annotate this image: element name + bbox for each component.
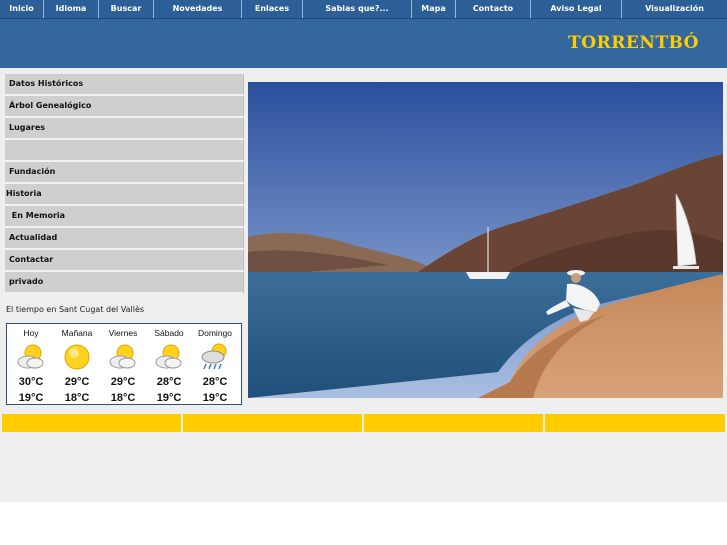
weather-day-name: Sábado (154, 328, 184, 338)
header-banner: TORRENTBÓ (0, 19, 727, 68)
weather-caption: El tiempo en Sant Cugat del Vallès (6, 305, 145, 314)
footer-bar-2 (183, 414, 362, 432)
sun-cloud-rain-icon (201, 343, 227, 370)
weather-low: 18°C (110, 392, 136, 404)
weather-high: 30°C (18, 376, 44, 388)
beach-photo (248, 82, 723, 398)
top-navigation: Inicio Idioma Buscar Novedades Enlaces S… (0, 0, 727, 19)
footer-bar-3 (364, 414, 543, 432)
sidebar-item-actualidad[interactable]: Actualidad (5, 228, 244, 250)
sun-cloud-icon (17, 344, 44, 369)
nav-enlaces[interactable]: Enlaces (242, 0, 303, 18)
nav-contacto[interactable]: Contacto (456, 0, 531, 18)
weather-high: 28°C (156, 376, 182, 388)
sidebar-menu: Datos Históricos Árbol Genealógico Lugar… (5, 74, 244, 294)
nav-visualizacion[interactable]: Visualización (622, 0, 727, 18)
weather-day-name: Mañana (61, 328, 93, 338)
sidebar-item-en-memoria[interactable]: En Memoria (5, 206, 244, 228)
nav-buscar[interactable]: Buscar (99, 0, 154, 18)
weather-high: 29°C (64, 376, 90, 388)
weather-day-name: Domingo (197, 328, 233, 338)
beach-photo-illustration (248, 82, 723, 398)
weather-day-name: Hoy (23, 328, 39, 338)
site-title: TORRENTBÓ (568, 33, 699, 53)
weather-low: 18°C (64, 392, 90, 404)
nav-aviso-legal[interactable]: Aviso Legal (531, 0, 622, 18)
sidebar-item-lugares[interactable]: Lugares (5, 118, 244, 140)
weather-low: 19°C (202, 392, 228, 404)
weather-widget[interactable]: Hoy 30°C 19°C Mañana 29°C 18°C Viernes 2… (6, 323, 242, 405)
weather-day-name: Viernes (108, 328, 138, 338)
sidebar-item-privado[interactable]: privado (5, 272, 244, 294)
sun-cloud-icon (155, 344, 182, 369)
sidebar-item-arbol-genealogico[interactable]: Árbol Genealógico (5, 96, 244, 118)
weather-low: 19°C (156, 392, 182, 404)
nav-mapa[interactable]: Mapa (412, 0, 456, 18)
footer-bar-1 (2, 414, 181, 432)
footer-bar-4 (545, 414, 725, 432)
sun-cloud-icon (109, 344, 136, 369)
sidebar-item-fundacion[interactable]: Fundación (5, 162, 244, 184)
weather-high: 28°C (202, 376, 228, 388)
sidebar-item-empty[interactable] (5, 140, 244, 162)
nav-novedades[interactable]: Novedades (154, 0, 242, 18)
nav-idioma[interactable]: Idioma (44, 0, 99, 18)
sidebar-item-contactar[interactable]: Contactar (5, 250, 244, 272)
nav-inicio[interactable]: Inicio (0, 0, 44, 18)
nav-sabias-que[interactable]: Sabias que?... (303, 0, 412, 18)
sidebar-item-datos-historicos[interactable]: Datos Históricos (5, 74, 244, 96)
weather-high: 29°C (110, 376, 136, 388)
sidebar-item-historia[interactable]: Historia (5, 184, 244, 206)
sun-icon (64, 344, 90, 370)
weather-low: 19°C (18, 392, 44, 404)
